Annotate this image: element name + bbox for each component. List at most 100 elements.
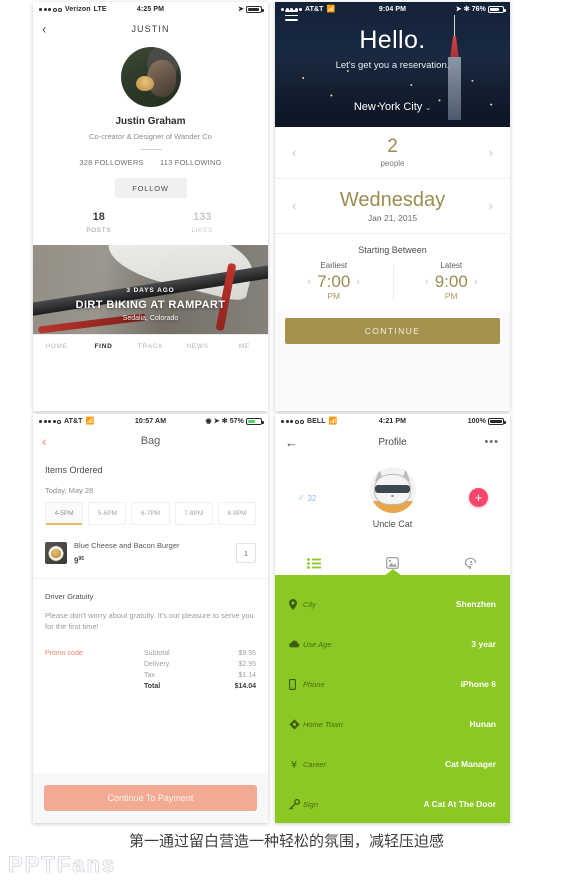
city-selector[interactable]: New York City ⌄	[275, 101, 510, 113]
nav-bar: ← Profile •••	[275, 429, 510, 455]
feed-card-dirt-biking[interactable]: 3 DAYS AGO DIRT BIKING AT RAMPART Sedali…	[33, 245, 268, 334]
battery-percent: 76%	[471, 6, 486, 13]
arrow-left-icon[interactable]: ←	[285, 436, 298, 449]
info-row-career[interactable]: ¥ Career Cat Manager	[275, 744, 510, 784]
earliest-prev-icon[interactable]: ‹	[308, 276, 312, 288]
party-next-icon[interactable]: ›	[489, 146, 493, 159]
info-row-phone[interactable]: Phone iPhone 6	[275, 664, 510, 704]
date-stepper: ‹ Wednesday Jan 21, 2015 ›	[275, 179, 510, 234]
total-label: Total	[144, 682, 161, 690]
tab-find[interactable]: FIND	[80, 343, 127, 350]
subtotal-value: $9.95	[238, 649, 256, 657]
add-button[interactable]: +	[469, 488, 488, 507]
tab-chat[interactable]	[432, 557, 510, 569]
info-value: Shenzhen	[455, 599, 496, 609]
wifi-icon: 📶	[326, 6, 336, 13]
profile-header: ♂ 32 + Uncle Cat	[275, 455, 510, 551]
earliest-value: 7:00	[317, 271, 351, 291]
tab-me[interactable]: ME	[221, 343, 268, 350]
item-price: 995	[74, 556, 85, 566]
profile-stats: 328 FOLLOWERS 113 FOLLOWING	[33, 158, 268, 167]
panel-notch	[275, 575, 510, 582]
info-row-city[interactable]: City Shenzhen	[275, 584, 510, 624]
profile-body: Justin Graham Co-creator & Designer of W…	[33, 41, 268, 243]
time-slot-4-5pm[interactable]: 4-5PM	[45, 502, 84, 525]
item-quantity-input[interactable]: 1	[236, 543, 256, 564]
party-prev-icon[interactable]: ‹	[292, 146, 296, 159]
location-pin-icon	[289, 598, 303, 610]
status-right: ➤	[164, 6, 264, 13]
continue-button[interactable]: CONTINUE	[285, 317, 500, 344]
location-arrow-icon: ➤	[455, 6, 462, 13]
signal-dots-icon	[281, 419, 304, 424]
time-slot-5-6pm[interactable]: 5-6PM	[88, 502, 127, 525]
carrier-label: AT&T	[305, 6, 324, 13]
profile-name: Justin Graham	[115, 116, 186, 127]
tab-list[interactable]	[275, 557, 353, 569]
chevron-left-icon[interactable]: ‹	[42, 23, 46, 36]
more-horizontal-icon[interactable]: •••	[484, 436, 499, 448]
likes-label: LIKES	[191, 227, 213, 234]
date-full: Jan 21, 2015	[367, 212, 418, 223]
promo-code-link[interactable]: Promo code	[45, 650, 144, 694]
time-slot-row: 4-5PM 5-6PM 6-7PM 7-8PM 8-9PM	[33, 495, 268, 525]
time-slot-8-9pm[interactable]: 8-9PM	[217, 502, 257, 525]
earliest-next-icon[interactable]: ›	[356, 276, 360, 288]
items-ordered-heading: Items Ordered	[45, 465, 103, 475]
date-next-icon[interactable]: ›	[489, 199, 493, 212]
card-title: DIRT BIKING AT RAMPART	[75, 298, 226, 311]
totals-table: Subtotal $9.95 Delivery $2.95 Tax $1.14 …	[144, 650, 256, 694]
following-count[interactable]: 113 FOLLOWING	[160, 158, 222, 167]
posts-counter[interactable]: 18 POSTS	[47, 211, 151, 234]
continue-to-payment-button[interactable]: Continue To Payment	[44, 785, 257, 811]
profile-info-list: City Shenzhen Use Age 3 year Phone iPhon…	[275, 582, 510, 823]
list-icon	[307, 557, 322, 569]
delivery-value: $2.95	[238, 660, 256, 668]
time-slot-6-7pm[interactable]: 6-7PM	[131, 502, 170, 525]
item-info: Blue Cheese and Bacon Burger 995	[74, 541, 229, 566]
date-prev-icon[interactable]: ‹	[292, 199, 296, 212]
info-row-use-age[interactable]: Use Age 3 year	[275, 624, 510, 664]
follow-button[interactable]: FOLLOW	[114, 178, 187, 198]
info-key: Use Age	[303, 639, 332, 649]
hamburger-menu-icon[interactable]	[285, 10, 298, 24]
greeting-text: Hello.	[359, 26, 426, 54]
tab-news[interactable]: NEWS	[174, 343, 221, 350]
bluetooth-icon: ✻	[221, 418, 228, 425]
time-slot-7-8pm[interactable]: 7-8PM	[174, 502, 213, 525]
latest-prev-icon[interactable]: ‹	[425, 276, 429, 288]
tab-home[interactable]: HOME	[33, 343, 80, 350]
status-time: 9:04 PM	[378, 6, 407, 13]
followers-count[interactable]: 328 FOLLOWERS	[79, 158, 143, 167]
gender-age-badge: ♂ 32	[297, 493, 316, 504]
phone-screen-cat-profile: BELL 📶 4:21 PM 100% ← Profile ••• ♂ 32 +…	[275, 414, 510, 823]
tab-track[interactable]: TRACK	[127, 343, 174, 350]
likes-counter[interactable]: 133 LIKES	[151, 211, 255, 234]
network-label: LTE	[93, 6, 107, 13]
card-timestamp: 3 DAYS AGO	[126, 286, 175, 294]
time-range-row: Earliest ‹ 7:00 › PM Latest ‹ 9:00 › PM	[275, 261, 510, 311]
image-icon	[386, 557, 399, 569]
order-line-item: Blue Cheese and Bacon Burger 995 1	[33, 529, 268, 579]
phone-screen-justin-profile: Verizon LTE 4:25 PM ➤ ‹ JUSTIN Justin Gr…	[33, 2, 268, 411]
item-name: Blue Cheese and Bacon Burger	[74, 541, 180, 550]
latest-value: 9:00	[434, 271, 468, 291]
divider	[139, 149, 162, 150]
avatar[interactable]	[369, 467, 416, 513]
info-row-sign[interactable]: Sign A Cat At The Door	[275, 784, 510, 823]
tab-photos[interactable]	[353, 557, 431, 569]
status-right: 100%	[406, 418, 506, 425]
info-key: Sign	[303, 799, 319, 809]
profile-name: Uncle Cat	[372, 519, 413, 529]
profile-role: Co-creator & Designer of Wander Co	[89, 132, 212, 141]
page-title: Bag	[140, 435, 161, 447]
tax-label: Tax	[144, 671, 155, 679]
chevron-left-icon[interactable]: ‹	[42, 434, 47, 448]
latest-next-icon[interactable]: ›	[474, 276, 478, 288]
status-left: Verizon LTE	[39, 6, 137, 13]
latest-caption: Latest	[440, 260, 463, 270]
location-arrow-icon: ➤	[213, 418, 220, 425]
info-row-home-town[interactable]: Home Town Hunan	[275, 704, 510, 744]
info-value: iPhone 6	[460, 679, 496, 689]
chat-icon	[465, 557, 477, 569]
